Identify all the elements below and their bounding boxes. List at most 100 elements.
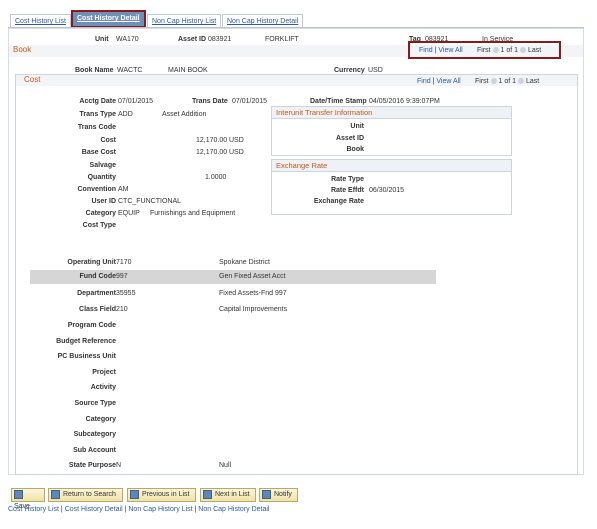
base-cost-value: 12,170.00 — [196, 149, 228, 156]
user-id-label: User ID — [91, 198, 116, 205]
return-to-search-button[interactable]: Return to Search — [48, 488, 123, 502]
fund-code-description: Gen Fixed Asset Acct — [219, 273, 286, 280]
trans-type-value: ADD — [118, 111, 133, 118]
next-in-list-label: Next in List — [215, 491, 250, 498]
notify-button[interactable]: Notify — [259, 488, 298, 502]
cost-count: 1 of 1 — [498, 78, 517, 85]
category-value: EQUIP — [118, 210, 140, 217]
department-description: Fixed Assets-Fnd 997 — [219, 290, 287, 297]
state-purpose-label: State Purpose — [68, 462, 116, 469]
trans-type-description: Asset Addition — [162, 111, 207, 118]
cost-paging: First 1 of 1 Last — [475, 78, 539, 85]
trans-type-label: Trans Type — [79, 111, 116, 118]
project-label: Project — [92, 369, 116, 376]
next-in-list-button[interactable]: Next in List — [200, 488, 256, 502]
tab-non-cap-history-list[interactable]: Non Cap History List — [147, 14, 222, 28]
book-prev-arrow-icon[interactable] — [492, 47, 499, 54]
cost-find-link[interactable]: Find — [417, 78, 431, 85]
return-icon — [51, 489, 60, 499]
budget-reference-label: Budget Reference — [56, 338, 116, 345]
previous-in-list-button[interactable]: Previous in List — [127, 488, 196, 502]
cost-type-label: Cost Type — [82, 222, 116, 229]
cost-last-label[interactable]: Last — [526, 78, 539, 85]
book-find-link[interactable]: Find — [419, 47, 433, 54]
interunit-unit-label: Unit — [350, 123, 364, 130]
convention-label: Convention — [77, 186, 117, 193]
category-description: Furnishings and Equipment — [150, 210, 236, 217]
footer-link-non-cap-history-list[interactable]: Non Cap History List — [128, 506, 192, 513]
cost-prev-arrow-icon[interactable] — [490, 78, 497, 85]
cost-view-all-link[interactable]: View All — [436, 78, 460, 85]
book-description: MAIN BOOK — [168, 67, 208, 74]
fund-code-label: Fund Code — [79, 273, 116, 280]
subcategory-label: Subcategory — [73, 431, 116, 438]
book-last-label[interactable]: Last — [528, 47, 541, 54]
trans-date-label: Trans Date — [192, 98, 228, 105]
date-time-stamp-value: 04/05/2016 9:39:07PM — [369, 98, 440, 105]
interunit-book-label: Book — [346, 146, 365, 153]
department-value: 35955 — [116, 290, 136, 297]
book-paging: First 1 of 1 Last — [477, 47, 541, 54]
cost-first-label[interactable]: First — [475, 78, 489, 85]
footer-link-cost-history-list[interactable]: Cost History List — [8, 506, 59, 513]
rate-effdt-label: Rate Effdt — [330, 187, 364, 194]
book-section-title: Book — [13, 45, 32, 54]
tab-cost-history-list[interactable]: Cost History List — [10, 14, 71, 28]
convention-value: AM — [118, 186, 129, 193]
cost-next-arrow-icon[interactable] — [517, 78, 524, 85]
book-first-label[interactable]: First — [477, 47, 491, 54]
tab-non-cap-history-detail[interactable]: Non Cap History Detail — [222, 14, 304, 28]
trans-date-value: 07/01/2015 — [232, 98, 268, 105]
rate-effdt-value: 06/30/2015 — [369, 187, 405, 194]
quantity-label: Quantity — [87, 174, 116, 181]
cost-label: Cost — [100, 137, 116, 144]
cost-section-title: Cost — [24, 75, 41, 84]
return-to-search-label: Return to Search — [63, 491, 116, 498]
asset-description: FORKLIFT — [265, 36, 299, 43]
book-nav: Find | View All — [419, 47, 463, 54]
quantity-value: 1.0000 — [205, 174, 227, 181]
operating-unit-description: Spokane District — [219, 259, 270, 266]
previous-in-list-label: Previous in List — [142, 491, 190, 498]
save-icon — [14, 489, 23, 499]
acctg-date-value: 07/01/2015 — [118, 98, 154, 105]
tab-cost-history-detail[interactable]: Cost History Detail — [71, 10, 146, 28]
footer-link-non-cap-history-detail[interactable]: Non Cap History Detail — [198, 506, 269, 513]
notify-label: Notify — [274, 491, 292, 498]
book-next-arrow-icon[interactable] — [519, 47, 526, 54]
cost-currency: USD — [229, 137, 244, 144]
next-icon — [203, 489, 212, 499]
interunit-transfer-box: Interunit Transfer Information — [271, 106, 512, 156]
rate-type-label: Rate Type — [331, 176, 364, 183]
department-label: Department — [77, 290, 116, 297]
operating-unit-value: 7170 — [116, 259, 132, 266]
save-button[interactable]: Save — [11, 488, 45, 510]
state-purpose-value: N — [116, 462, 122, 469]
cost-nav: Find | View All — [417, 78, 461, 85]
footer-links: Cost History List | Cost History Detail … — [8, 506, 270, 513]
acctg-date-label: Acctg Date — [79, 98, 116, 105]
cost-value: 12,170.00 — [196, 137, 228, 144]
book-count: 1 of 1 — [500, 47, 519, 54]
asset-id-value: 083921 — [208, 36, 232, 43]
book-name-value: WACTC — [117, 67, 143, 74]
footer-link-cost-history-detail[interactable]: Cost History Detail — [65, 506, 123, 513]
book-view-all-link[interactable]: View All — [438, 47, 462, 54]
exchange-rate-label: Exchange Rate — [313, 198, 364, 205]
program-code-label: Program Code — [67, 322, 116, 329]
interunit-asset-id-label: Asset ID — [335, 135, 364, 142]
currency-label: Currency — [334, 67, 365, 74]
base-cost-currency: USD — [229, 149, 244, 156]
base-cost-label: Base Cost — [81, 149, 116, 156]
category-chartfield-label: Category — [85, 416, 116, 423]
pc-business-unit-label: PC Business Unit — [57, 353, 116, 360]
trans-code-label: Trans Code — [77, 124, 116, 131]
fund-code-value: 997 — [116, 273, 128, 280]
state-purpose-description: Null — [219, 462, 232, 469]
book-name-label: Book Name — [75, 67, 114, 74]
notify-icon — [262, 489, 271, 499]
asset-id-label: Asset ID — [178, 36, 207, 43]
previous-icon — [130, 489, 139, 499]
date-time-stamp-label: Date/Time Stamp — [310, 98, 367, 105]
class-field-value: 210 — [116, 306, 128, 313]
